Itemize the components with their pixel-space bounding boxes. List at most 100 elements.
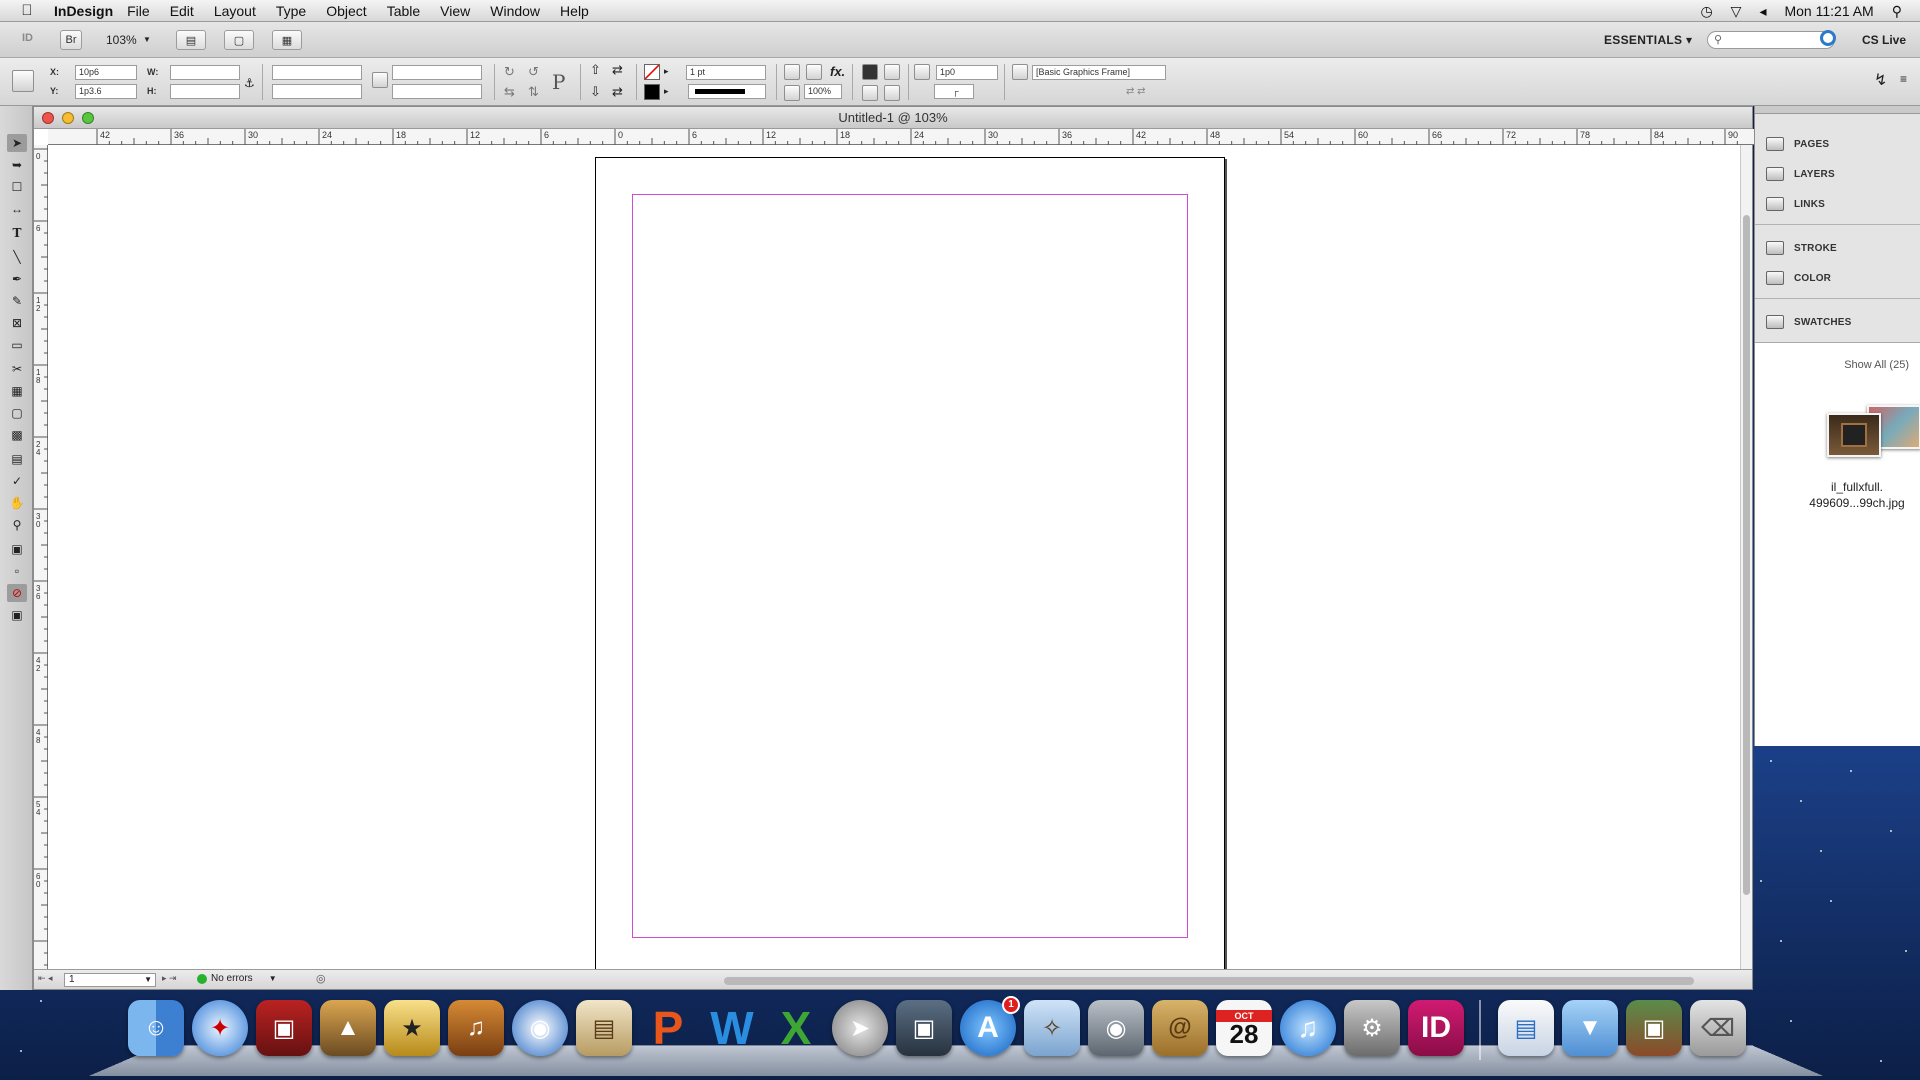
spotlight-icon[interactable]: ⚲ bbox=[1892, 3, 1902, 20]
menu-file[interactable]: File bbox=[127, 3, 150, 19]
scale-y-field[interactable] bbox=[272, 84, 362, 99]
cs-live-button[interactable]: CS Live bbox=[1862, 33, 1906, 47]
apple-icon[interactable]:  bbox=[14, 2, 40, 19]
reference-point-icon[interactable] bbox=[12, 70, 34, 92]
downloads-folder-icon[interactable]: ▼ bbox=[1562, 1000, 1618, 1056]
pictures-stack-icon[interactable]: ▣ bbox=[1626, 1000, 1682, 1056]
corner-shape-select[interactable]: ┌ bbox=[934, 84, 974, 99]
shear-field[interactable] bbox=[392, 84, 482, 99]
menu-edit[interactable]: Edit bbox=[170, 3, 194, 19]
excel-icon[interactable]: X bbox=[768, 1000, 824, 1056]
object-style-select[interactable]: [Basic Graphics Frame] bbox=[1032, 65, 1166, 80]
chevron-down-icon[interactable]: ▼ bbox=[143, 35, 151, 44]
word-icon[interactable]: W bbox=[704, 1000, 760, 1056]
ical-icon[interactable]: OCT 28 bbox=[1216, 1000, 1272, 1056]
opacity-field[interactable]: 100% bbox=[804, 84, 842, 99]
document-page[interactable] bbox=[595, 157, 1225, 975]
clear-overrides-icon[interactable]: ⇄ ⇄ bbox=[1126, 86, 1146, 97]
volume-icon[interactable]: ◂ bbox=[1759, 3, 1766, 20]
constrain-scale-icon[interactable] bbox=[372, 72, 388, 88]
zoom-level[interactable]: 103% bbox=[106, 33, 137, 47]
iphoto-icon[interactable]: ▲ bbox=[320, 1000, 376, 1056]
menu-app-name[interactable]: InDesign bbox=[54, 3, 113, 19]
trash-icon[interactable]: ⌫ bbox=[1690, 1000, 1746, 1056]
formatting-affects-icon[interactable]: ▫ bbox=[7, 562, 27, 580]
text-wrap-none-icon[interactable] bbox=[862, 64, 878, 80]
panel-layers[interactable]: LAYERS bbox=[1755, 160, 1920, 188]
preflight-menu-icon[interactable]: ◎ bbox=[316, 972, 326, 985]
menu-clock[interactable]: Mon 11:21 AM bbox=[1784, 3, 1873, 19]
system-preferences-icon[interactable]: ⚙ bbox=[1344, 1000, 1400, 1056]
free-transform-tool-icon[interactable]: ▦ bbox=[7, 382, 27, 400]
select-previous-icon[interactable]: ⇄ bbox=[612, 62, 623, 78]
panel-menu-icon[interactable]: ≡ bbox=[1900, 72, 1907, 86]
scissors-tool-icon[interactable]: ✂ bbox=[7, 360, 27, 378]
text-wrap-bounding-icon[interactable] bbox=[884, 64, 900, 80]
rotate-ccw-icon[interactable]: ↺ bbox=[528, 64, 539, 80]
facetime-icon[interactable]: ◉ bbox=[1088, 1000, 1144, 1056]
opacity-icon[interactable] bbox=[784, 85, 800, 101]
minimize-window-button[interactable] bbox=[62, 112, 74, 124]
imovie-icon[interactable]: ★ bbox=[384, 1000, 440, 1056]
photo-booth-icon[interactable]: ▣ bbox=[256, 1000, 312, 1056]
flip-horizontal-icon[interactable]: ⇆ bbox=[504, 84, 515, 100]
show-all-button[interactable]: Show All (25) bbox=[1844, 359, 1909, 371]
indesign-icon[interactable]: ID bbox=[1408, 1000, 1464, 1056]
scroll-thumb[interactable] bbox=[1743, 215, 1750, 895]
flip-vertical-icon[interactable]: ⇅ bbox=[528, 84, 539, 100]
selection-tool-icon[interactable]: ➤ bbox=[7, 134, 27, 152]
chevron-down-icon[interactable]: ▼ bbox=[144, 974, 152, 986]
menu-window[interactable]: Window bbox=[490, 3, 540, 19]
horizontal-ruler[interactable]: 42 36 30 24 18 12 6 0 6 12 18 24 30 36 42 48 54 60 66 72 78 8… bbox=[48, 129, 1754, 145]
panel-color[interactable]: COLOR bbox=[1755, 264, 1920, 292]
hawk-app-icon[interactable]: ✧ bbox=[1024, 1000, 1080, 1056]
select-content-icon[interactable]: ⇩ bbox=[590, 84, 601, 100]
apply-none-icon[interactable]: ⊘ bbox=[7, 584, 27, 602]
arrange-documents-button[interactable]: ▦ bbox=[272, 30, 302, 50]
rectangle-tool-icon[interactable]: ▭ bbox=[7, 336, 27, 354]
launchpad-icon[interactable]: ➤ bbox=[832, 1000, 888, 1056]
direct-selection-tool-icon[interactable]: ➥ bbox=[7, 156, 27, 174]
gradient-feather-tool-icon[interactable]: ▩ bbox=[7, 426, 27, 444]
object-style-icon[interactable] bbox=[1012, 64, 1028, 80]
panel-swatches[interactable]: SWATCHES bbox=[1755, 308, 1920, 336]
pencil-tool-icon[interactable]: ✎ bbox=[7, 292, 27, 310]
wifi-icon[interactable]: ▽ bbox=[1731, 3, 1742, 20]
constrain-proportions-icon[interactable]: ⚓ bbox=[244, 76, 255, 90]
text-wrap-jump-icon[interactable] bbox=[884, 85, 900, 101]
x-position-field[interactable]: 10p6 bbox=[75, 65, 137, 80]
rectangle-frame-tool-icon[interactable]: ⊠ bbox=[7, 314, 27, 332]
horizontal-scroll-thumb[interactable] bbox=[724, 977, 1694, 985]
rotation-field[interactable] bbox=[392, 65, 482, 80]
offset-field[interactable]: 1p0 bbox=[936, 65, 998, 80]
photo-browser-icon[interactable]: ▣ bbox=[896, 1000, 952, 1056]
dvd-player-icon[interactable]: ◉ bbox=[512, 1000, 568, 1056]
shadow-icon[interactable] bbox=[806, 64, 822, 80]
panel-dock-header[interactable] bbox=[1755, 106, 1920, 114]
rotate-cw-icon[interactable]: ↻ bbox=[504, 64, 515, 80]
fill-stroke-icon[interactable]: ▣ bbox=[7, 540, 27, 558]
finder-icon[interactable]: ☺ bbox=[128, 1000, 184, 1056]
close-window-button[interactable] bbox=[42, 112, 54, 124]
page-number-field[interactable]: 1 ▼ bbox=[64, 973, 156, 987]
hand-tool-icon[interactable]: ✋ bbox=[7, 494, 27, 512]
screen-mode-icon[interactable]: ▣ bbox=[7, 606, 27, 624]
powerpoint-icon[interactable]: P bbox=[640, 1000, 696, 1056]
workspace-switcher[interactable]: ESSENTIALS ▾ bbox=[1604, 33, 1692, 47]
frame-fitting-icon[interactable] bbox=[914, 64, 930, 80]
pen-tool-icon[interactable]: ✒ bbox=[7, 270, 27, 288]
effects-icon[interactable]: fx. bbox=[830, 64, 845, 79]
eyedropper-tool-icon[interactable]: ✓ bbox=[7, 472, 27, 490]
safari-icon[interactable]: ✦ bbox=[192, 1000, 248, 1056]
page-tool-icon[interactable]: ☐ bbox=[7, 178, 27, 196]
view-options-button[interactable]: ▤ bbox=[176, 30, 206, 50]
lightning-icon[interactable]: ↯ bbox=[1874, 70, 1887, 90]
chevron-right-icon[interactable]: ▸ bbox=[664, 86, 669, 97]
itunes-icon[interactable]: ♫ bbox=[1280, 1000, 1336, 1056]
cs-live-icon[interactable] bbox=[1820, 30, 1836, 46]
menu-view[interactable]: View bbox=[440, 3, 470, 19]
address-book-icon[interactable]: @ bbox=[1152, 1000, 1208, 1056]
scale-x-field[interactable] bbox=[272, 65, 362, 80]
vertical-ruler[interactable]: 06121824303642485460 bbox=[34, 145, 48, 969]
stroke-type-select[interactable] bbox=[688, 84, 766, 99]
